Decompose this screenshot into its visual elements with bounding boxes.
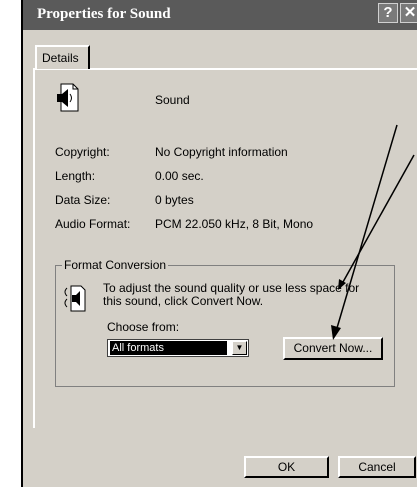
ok-button[interactable]: OK [244, 456, 329, 478]
title-bar[interactable]: Properties for Sound ? ✕ [23, 0, 417, 30]
help-button[interactable]: ? [378, 3, 398, 23]
data-size-value: 0 bytes [155, 193, 194, 207]
choose-from-label: Choose from: [107, 320, 180, 334]
length-label: Length: [55, 169, 96, 183]
tab-details[interactable]: Details [35, 45, 90, 69]
copyright-label: Copyright: [55, 145, 110, 159]
sound-convert-icon [62, 285, 90, 316]
convert-now-button[interactable]: Convert Now... [283, 337, 383, 360]
file-name: Sound [155, 93, 190, 107]
audio-format-value: PCM 22.050 kHz, 8 Bit, Mono [155, 217, 314, 231]
conversion-description: To adjust the sound quality or use less … [103, 281, 360, 308]
cancel-button[interactable]: Cancel [338, 456, 416, 478]
format-conversion-title: Format Conversion [62, 258, 169, 272]
sound-file-icon [55, 83, 81, 116]
length-value: 0.00 sec. [155, 169, 204, 183]
copyright-value: No Copyright information [155, 145, 288, 159]
close-button[interactable]: ✕ [400, 3, 417, 23]
audio-format-label: Audio Format: [55, 217, 131, 231]
format-select-value: All formats [110, 341, 227, 355]
data-size-label: Data Size: [55, 193, 111, 207]
chevron-down-icon[interactable]: ▼ [232, 341, 247, 355]
tab-details-label: Details [42, 51, 79, 65]
format-select[interactable]: All formats ▼ [107, 339, 249, 357]
window-title: Properties for Sound [37, 6, 171, 22]
